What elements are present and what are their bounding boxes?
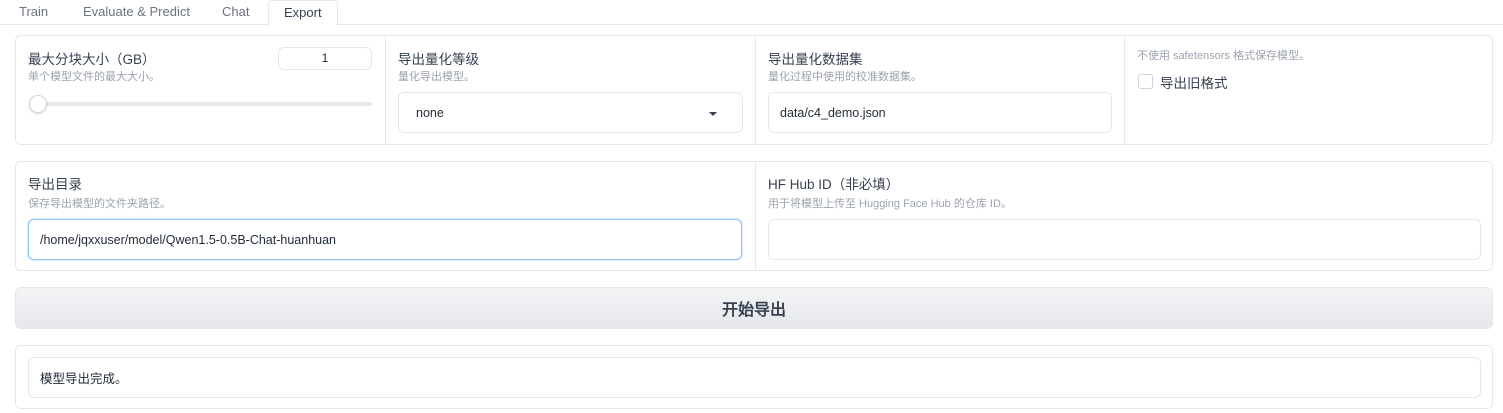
slider-thumb[interactable] [29,95,47,113]
status-text: 模型导出完成。 [40,372,128,386]
quant-bit-selected: none [416,105,444,120]
legacy-format-label[interactable]: 导出旧格式 [1160,72,1228,92]
max-shard-size-info: 单个模型文件的最大大小。 [28,71,160,83]
tab-evaluate-predict[interactable]: Evaluate & Predict [83,0,190,25]
quant-dataset-label: 导出量化数据集 [768,52,863,67]
hub-id-input[interactable] [768,219,1481,260]
export-target-row: 导出目录 保存导出模型的文件夹路径。 /home/jqxxuser/model/… [15,161,1493,271]
legacy-format-checkbox[interactable] [1138,74,1153,89]
quant-bit-label: 导出量化等级 [398,52,479,67]
quant-dataset-block: 导出量化数据集 量化过程中使用的校准数据集。 data/c4_demo.json [755,36,1124,144]
quant-bit-block: 导出量化等级 量化导出模型。 none [385,36,755,144]
export-dir-label: 导出目录 [28,177,82,192]
max-shard-size-slider[interactable] [30,102,372,106]
legacy-format-block: 不使用 safetensors 格式保存模型。 导出旧格式 [1124,36,1493,144]
export-dir-block: 导出目录 保存导出模型的文件夹路径。 /home/jqxxuser/model/… [16,162,755,270]
max-shard-size-block: 最大分块大小（GB） 单个模型文件的最大大小。 1 [16,36,385,144]
quant-dataset-info: 量化过程中使用的校准数据集。 [768,71,922,83]
hub-id-info: 用于将模型上传至 Hugging Face Hub 的仓库 ID。 [768,198,1012,210]
quant-dataset-input[interactable]: data/c4_demo.json [768,92,1112,133]
tab-train[interactable]: Train [19,0,48,25]
max-shard-size-label: 最大分块大小（GB） [28,52,156,67]
tab-chat[interactable]: Chat [222,0,249,25]
hub-id-label: HF Hub ID（非必填） [768,177,900,192]
status-panel: 模型导出完成。 [15,345,1493,409]
quant-bit-info: 量化导出模型。 [398,71,475,83]
hub-id-block: HF Hub ID（非必填） 用于将模型上传至 Hugging Face Hub… [755,162,1494,270]
legacy-format-info: 不使用 safetensors 格式保存模型。 [1137,50,1310,62]
start-export-label: 开始导出 [721,302,786,319]
max-shard-size-input[interactable]: 1 [278,47,372,70]
export-dir-input[interactable]: /home/jqxxuser/model/Qwen1.5-0.5B-Chat-h… [28,219,742,260]
quant-bit-dropdown[interactable]: none [398,92,743,133]
quant-dataset-value: data/c4_demo.json [780,105,886,120]
export-options-row: 最大分块大小（GB） 单个模型文件的最大大小。 1 导出量化等级 量化导出模型。… [15,35,1493,145]
tab-bar: Train Evaluate & Predict Chat Export [0,0,1503,26]
tab-export[interactable]: Export [268,0,338,26]
export-dir-info: 保存导出模型的文件夹路径。 [28,198,171,210]
export-dir-value: /home/jqxxuser/model/Qwen1.5-0.5B-Chat-h… [40,232,337,247]
status-output[interactable]: 模型导出完成。 [28,357,1481,398]
start-export-button[interactable]: 开始导出 [15,287,1493,329]
chevron-down-icon[interactable] [709,112,717,116]
